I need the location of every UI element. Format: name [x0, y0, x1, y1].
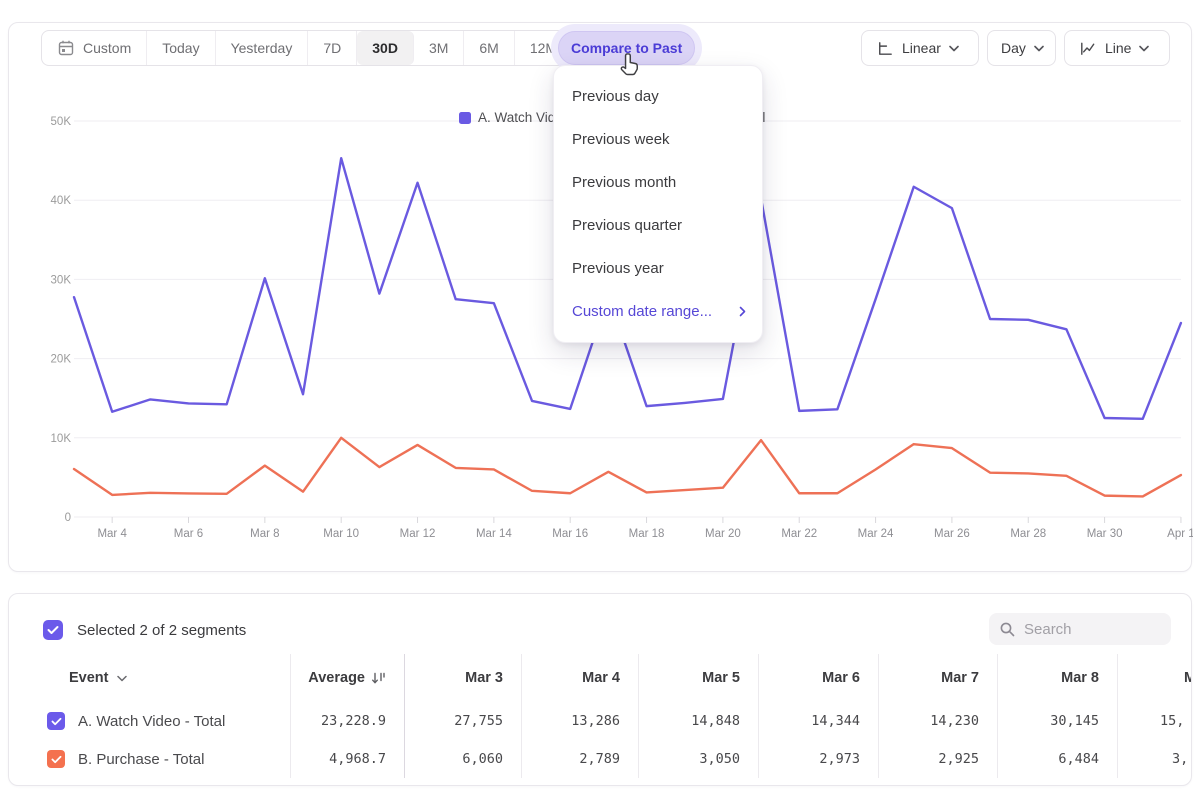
menu-item-previous-week[interactable]: Previous week — [554, 118, 762, 161]
date-column-header[interactable]: Mar 5 — [638, 654, 758, 702]
calendar-icon — [57, 39, 75, 57]
linear-scale-icon — [875, 39, 894, 58]
y-axis-label: 30K — [51, 274, 72, 286]
y-axis-label: 40K — [51, 195, 72, 207]
chevron-down-icon — [1139, 45, 1149, 52]
menu-item-previous-month[interactable]: Previous month — [554, 161, 762, 204]
select-all-checkbox[interactable] — [43, 620, 63, 640]
x-axis-label: Mar 22 — [781, 528, 817, 540]
compare-dropdown-menu: Previous day Previous week Previous mont… — [553, 65, 763, 343]
x-axis-label: Mar 30 — [1087, 528, 1123, 540]
chart-type-button[interactable]: Line — [1064, 30, 1170, 66]
date-column-header-clipped[interactable]: M — [1117, 654, 1192, 702]
segments-card: Selected 2 of 2 segments Event Average — [8, 593, 1192, 786]
range-6m[interactable]: 6M — [464, 31, 514, 65]
segments-bar: Selected 2 of 2 segments — [43, 620, 246, 640]
cell-average-a: 23,228.9 — [290, 702, 404, 740]
x-axis-label: Mar 18 — [629, 528, 665, 540]
chevron-right-icon — [739, 306, 746, 317]
date-column-header[interactable]: Mar 3 — [404, 654, 521, 702]
x-axis-label: Mar 10 — [323, 528, 359, 540]
event-column-header[interactable]: Event — [9, 654, 290, 702]
compare-to-past-button[interactable]: Compare to Past — [558, 31, 695, 65]
date-column-header[interactable]: Mar 6 — [758, 654, 878, 702]
x-axis-label: Mar 24 — [858, 528, 894, 540]
search-input[interactable] — [1024, 621, 1154, 638]
cell-b: 6,060 — [404, 740, 521, 778]
menu-item-previous-year[interactable]: Previous year — [554, 247, 762, 290]
segments-table: Event Average Mar 3 Mar 4 Mar 5 Mar 6 Ma… — [9, 654, 1192, 778]
chevron-down-icon — [949, 45, 959, 52]
series-a-swatch — [459, 112, 471, 124]
date-range-control: Custom Today Yesterday 7D 30D 3M 6M 12M — [41, 30, 573, 66]
menu-item-custom-date-range[interactable]: Custom date range... — [554, 290, 762, 333]
x-axis-label: Mar 12 — [400, 528, 436, 540]
average-column-header[interactable]: Average — [290, 654, 404, 702]
cell-a: 13,286 — [521, 702, 638, 740]
date-column-header[interactable]: Mar 8 — [997, 654, 1117, 702]
range-3m[interactable]: 3M — [414, 31, 464, 65]
x-axis-label: Mar 6 — [174, 528, 203, 540]
y-axis-label: 20K — [51, 354, 72, 366]
x-axis-label: Mar 20 — [705, 528, 741, 540]
chevron-down-icon — [1034, 45, 1044, 52]
x-axis-label: Mar 8 — [250, 528, 279, 540]
range-yesterday[interactable]: Yesterday — [216, 31, 309, 65]
cell-a: 14,230 — [878, 702, 997, 740]
segments-selected-label: Selected 2 of 2 segments — [77, 622, 246, 639]
date-column-header[interactable]: Mar 7 — [878, 654, 997, 702]
range-custom-label: Custom — [83, 40, 131, 56]
x-axis-label: Mar 16 — [552, 528, 588, 540]
x-axis-label: Mar 28 — [1010, 528, 1046, 540]
x-axis-label: Mar 26 — [934, 528, 970, 540]
menu-item-previous-quarter[interactable]: Previous quarter — [554, 204, 762, 247]
range-today[interactable]: Today — [147, 31, 215, 65]
x-axis-label: Mar 14 — [476, 528, 512, 540]
date-column-header[interactable]: Mar 4 — [521, 654, 638, 702]
table-row-event-label: B. Purchase - Total — [9, 740, 290, 778]
cell-b: 6,484 — [997, 740, 1117, 778]
cell-a: 30,145 — [997, 702, 1117, 740]
table-row-event-label: A. Watch Video - Total — [9, 702, 290, 740]
range-custom[interactable]: Custom — [42, 31, 147, 65]
cell-b: 2,789 — [521, 740, 638, 778]
x-axis-label: Mar 4 — [97, 528, 127, 540]
interval-button[interactable]: Day — [987, 30, 1056, 66]
range-7d[interactable]: 7D — [308, 31, 357, 65]
y-axis-label: 0 — [65, 512, 71, 524]
search-box — [989, 613, 1171, 645]
cell-a-clipped: 15, — [1117, 702, 1192, 740]
sort-descending-icon — [371, 672, 386, 685]
search-icon — [999, 621, 1016, 638]
scale-button[interactable]: Linear — [861, 30, 979, 66]
cell-average-b: 4,968.7 — [290, 740, 404, 778]
row-b-checkbox[interactable] — [47, 750, 65, 768]
series-line — [74, 438, 1181, 497]
row-a-checkbox[interactable] — [47, 712, 65, 730]
range-30d[interactable]: 30D — [357, 31, 414, 65]
cell-b: 3,050 — [638, 740, 758, 778]
cell-b: 2,973 — [758, 740, 878, 778]
x-axis-label: Apr 1 — [1167, 528, 1193, 540]
chart-card: 0 10K 20K 30K 40K 50K Mar 4 Mar 6 Mar 8 Mar 10 Mar… — [8, 22, 1192, 572]
cell-a: 14,848 — [638, 702, 758, 740]
cell-a: 14,344 — [758, 702, 878, 740]
chevron-down-icon — [117, 675, 127, 682]
cell-b-clipped: 3, — [1117, 740, 1192, 778]
y-axis-label: 10K — [51, 433, 72, 445]
line-chart-icon — [1078, 39, 1097, 58]
y-axis-label: 50K — [51, 116, 72, 128]
cell-b: 2,925 — [878, 740, 997, 778]
menu-item-previous-day[interactable]: Previous day — [554, 75, 762, 118]
cell-a: 27,755 — [404, 702, 521, 740]
